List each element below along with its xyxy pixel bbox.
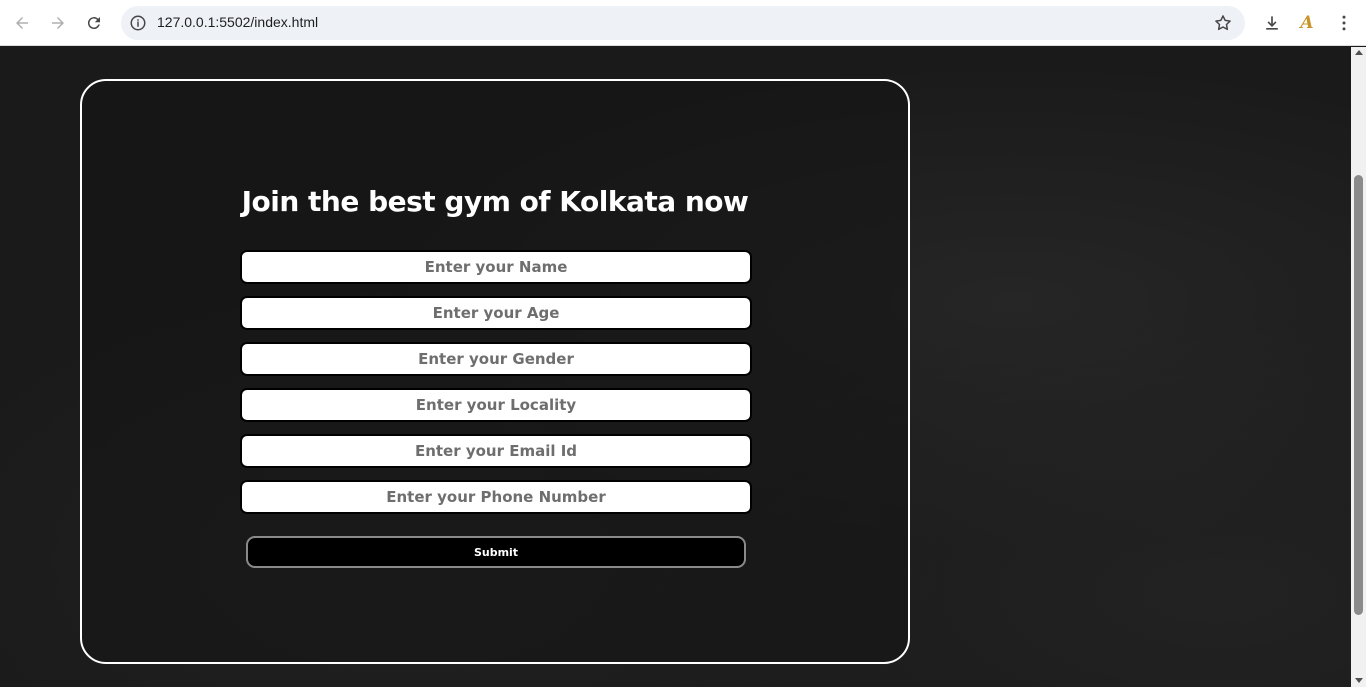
forward-arrow-icon[interactable] [46, 11, 70, 35]
kebab-menu-icon[interactable] [1332, 11, 1356, 35]
scroll-thumb[interactable] [1354, 175, 1363, 615]
gender-input[interactable] [240, 342, 752, 376]
address-bar[interactable]: 127.0.0.1:5502/index.html [121, 6, 1245, 40]
url-text: 127.0.0.1:5502/index.html [157, 14, 319, 30]
phone-input[interactable] [240, 480, 752, 514]
reload-icon[interactable] [82, 11, 106, 35]
bookmark-star-icon[interactable] [1213, 13, 1233, 33]
browser-toolbar: 127.0.0.1:5502/index.html A [0, 0, 1366, 46]
profile-icon[interactable]: A [1295, 11, 1319, 35]
vertical-scrollbar[interactable] [1351, 47, 1366, 687]
locality-input[interactable] [240, 388, 752, 422]
site-info-icon[interactable] [128, 13, 148, 33]
back-arrow-icon[interactable] [10, 11, 34, 35]
page-title: Join the best gym of Kolkata now [241, 185, 749, 218]
signup-card: Join the best gym of Kolkata now Submit [80, 79, 910, 664]
page-viewport: Join the best gym of Kolkata now Submit [0, 47, 1351, 687]
download-icon[interactable] [1260, 11, 1284, 35]
scroll-down-arrow-icon[interactable] [1355, 678, 1363, 683]
email-input[interactable] [240, 434, 752, 468]
age-input[interactable] [240, 296, 752, 330]
submit-button[interactable]: Submit [246, 536, 746, 568]
scroll-up-arrow-icon[interactable] [1355, 50, 1363, 55]
name-input[interactable] [240, 250, 752, 284]
